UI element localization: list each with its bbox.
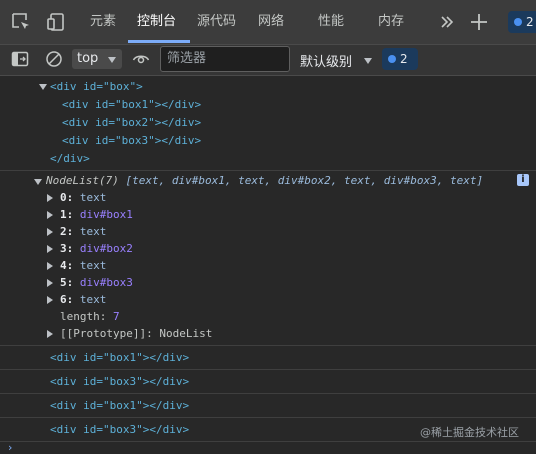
chevron-down-icon xyxy=(364,58,373,64)
issues-badge[interactable]: 2 xyxy=(508,11,536,33)
filter-input[interactable]: 筛选器 xyxy=(160,46,290,72)
more-tabs-icon[interactable] xyxy=(436,11,458,33)
log-element-box1[interactable]: <div id="box1"></div> xyxy=(50,399,189,412)
tab-console[interactable]: 控制台 xyxy=(137,13,176,31)
filter-input-placeholder: 筛选器 xyxy=(167,51,207,66)
log-divider xyxy=(0,345,536,346)
log-element-box3[interactable]: <div id="box3"></div> xyxy=(50,375,189,388)
tab-network[interactable]: 网络 xyxy=(258,13,284,31)
nodelist-item-1[interactable]: 1: div#box1 xyxy=(60,208,133,221)
element-box2[interactable]: <div id="box2"></div> xyxy=(62,116,201,129)
sidebar-toggle-icon[interactable] xyxy=(11,50,29,68)
info-icon[interactable]: i xyxy=(517,174,529,186)
nodelist-item-2[interactable]: 2: text xyxy=(60,225,106,238)
context-selector[interactable]: top xyxy=(72,49,122,69)
element-box-open[interactable]: <div id="box"> xyxy=(50,80,143,93)
issues-badge-count: 2 xyxy=(526,15,534,29)
expand-triangle-icon[interactable] xyxy=(47,262,53,270)
log-divider xyxy=(0,417,536,418)
active-tab-indicator xyxy=(128,40,190,43)
nodelist-preview: [text, div#box1, text, div#box2, text, d… xyxy=(125,174,484,187)
chevron-down-icon xyxy=(108,57,116,63)
expand-triangle-icon[interactable] xyxy=(47,228,53,236)
nodelist-name: NodeList(7) xyxy=(46,174,119,187)
issues-counter-count: 2 xyxy=(400,52,408,66)
nodelist-item-3[interactable]: 3: div#box2 xyxy=(60,242,133,255)
add-tab-icon[interactable] xyxy=(468,11,490,33)
element-box1[interactable]: <div id="box1"></div> xyxy=(62,98,201,111)
nodelist-summary[interactable]: NodeList(7) [text, div#box1, text, div#b… xyxy=(46,174,483,187)
nodelist-item-6[interactable]: 6: text xyxy=(60,293,106,306)
log-element-box1[interactable]: <div id="box1"></div> xyxy=(50,351,189,364)
expand-triangle-icon[interactable] xyxy=(47,211,53,219)
watermark: @稀土掘金技术社区 xyxy=(420,426,519,439)
device-toolbar-icon[interactable] xyxy=(45,11,67,33)
issues-counter-button[interactable]: 2 xyxy=(382,48,418,70)
nodelist-prototype[interactable]: [[Prototype]]: NodeList xyxy=(60,327,212,340)
log-element-box3[interactable]: <div id="box3"></div> xyxy=(50,423,189,436)
tab-memory[interactable]: 内存 xyxy=(378,13,404,31)
expand-triangle-icon[interactable] xyxy=(47,296,53,304)
log-divider xyxy=(0,441,536,442)
log-divider xyxy=(0,170,536,171)
collapse-triangle-icon[interactable] xyxy=(39,84,47,90)
log-divider xyxy=(0,393,536,394)
expand-triangle-icon[interactable] xyxy=(47,245,53,253)
expand-triangle-icon[interactable] xyxy=(47,194,53,202)
expand-triangle-icon[interactable] xyxy=(47,279,53,287)
context-selector-value: top xyxy=(77,51,99,66)
nodelist-item-4[interactable]: 4: text xyxy=(60,259,106,272)
console-toolbar: top 筛选器 默认级别 2 xyxy=(0,44,536,76)
live-expression-eye-icon[interactable] xyxy=(132,50,150,68)
tab-performance[interactable]: 性能 xyxy=(318,13,344,31)
inspect-element-icon[interactable] xyxy=(10,11,32,33)
collapse-triangle-icon[interactable] xyxy=(34,179,42,185)
element-box3[interactable]: <div id="box3"></div> xyxy=(62,134,201,147)
console-prompt-icon[interactable]: › xyxy=(8,442,12,453)
nodelist-item-5[interactable]: 5: div#box3 xyxy=(60,276,133,289)
message-icon xyxy=(388,55,396,63)
message-icon xyxy=(514,18,522,26)
nodelist-item-0[interactable]: 0: text xyxy=(60,191,106,204)
expand-triangle-icon[interactable] xyxy=(47,330,53,338)
nodelist-length: length: 7 xyxy=(60,310,120,323)
tab-sources[interactable]: 源代码 xyxy=(197,13,236,31)
tab-elements[interactable]: 元素 xyxy=(90,13,116,31)
log-divider xyxy=(0,369,536,370)
log-levels-label: 默认级别 xyxy=(300,55,353,70)
clear-console-icon[interactable] xyxy=(45,50,63,68)
devtools-tabbar: 元素 控制台 源代码 网络 性能 内存 2 xyxy=(0,0,536,44)
log-levels-dropdown[interactable]: 默认级别 xyxy=(300,51,373,70)
element-box-close: </div> xyxy=(50,152,90,165)
